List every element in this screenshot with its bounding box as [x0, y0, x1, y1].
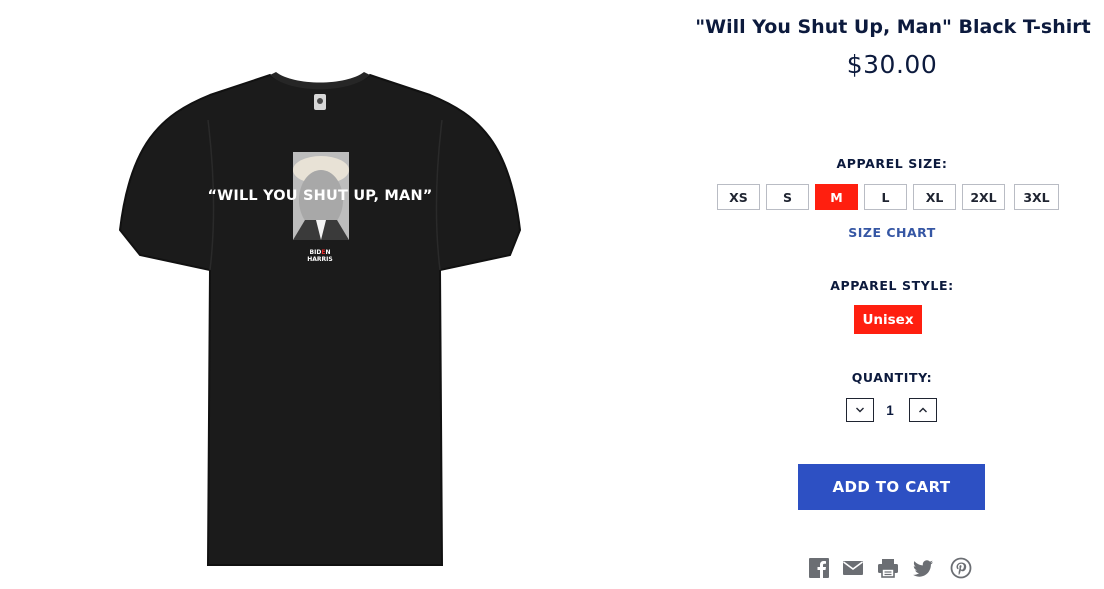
quantity-decrease-button[interactable]	[846, 398, 874, 422]
quantity-input[interactable]	[876, 400, 904, 420]
size-option-xs[interactable]: XS	[717, 184, 760, 210]
add-to-cart-button[interactable]: ADD TO CART	[798, 464, 985, 510]
size-option-xl[interactable]: XL	[913, 184, 956, 210]
quantity-label: QUANTITY:	[851, 370, 933, 385]
size-option-l[interactable]: L	[864, 184, 907, 210]
product-image[interactable]: “WILL YOU SHUT UP, MAN” BIDEN HARRIS	[100, 60, 540, 580]
size-option-s[interactable]: S	[766, 184, 809, 210]
chevron-down-icon	[856, 407, 864, 413]
biden-harris-logo: BIDEN HARRIS	[307, 249, 333, 263]
size-chart-link[interactable]: SIZE CHART	[680, 225, 1104, 240]
email-icon[interactable]	[842, 557, 864, 579]
collar-tag	[314, 94, 326, 110]
size-option-3xl[interactable]: 3XL	[1014, 184, 1059, 210]
facebook-icon[interactable]	[808, 557, 830, 579]
style-label: APPAREL STYLE:	[830, 278, 954, 293]
twitter-icon[interactable]	[912, 557, 934, 579]
size-option-m[interactable]: M	[815, 184, 858, 210]
product-title: "Will You Shut Up, Man" Black T-shirt	[695, 16, 1091, 38]
product-price: $30.00	[846, 50, 938, 79]
size-option-2xl[interactable]: 2XL	[962, 184, 1005, 210]
quantity-increase-button[interactable]	[909, 398, 937, 422]
print-icon[interactable]	[877, 557, 899, 579]
size-label: APPAREL SIZE:	[836, 156, 948, 171]
tshirt-graphic	[118, 72, 522, 566]
chevron-up-icon	[919, 407, 927, 413]
pinterest-icon[interactable]	[950, 557, 972, 579]
shirt-slogan: “WILL YOU SHUT UP, MAN”	[207, 188, 433, 204]
style-option-unisex[interactable]: Unisex	[854, 305, 922, 334]
